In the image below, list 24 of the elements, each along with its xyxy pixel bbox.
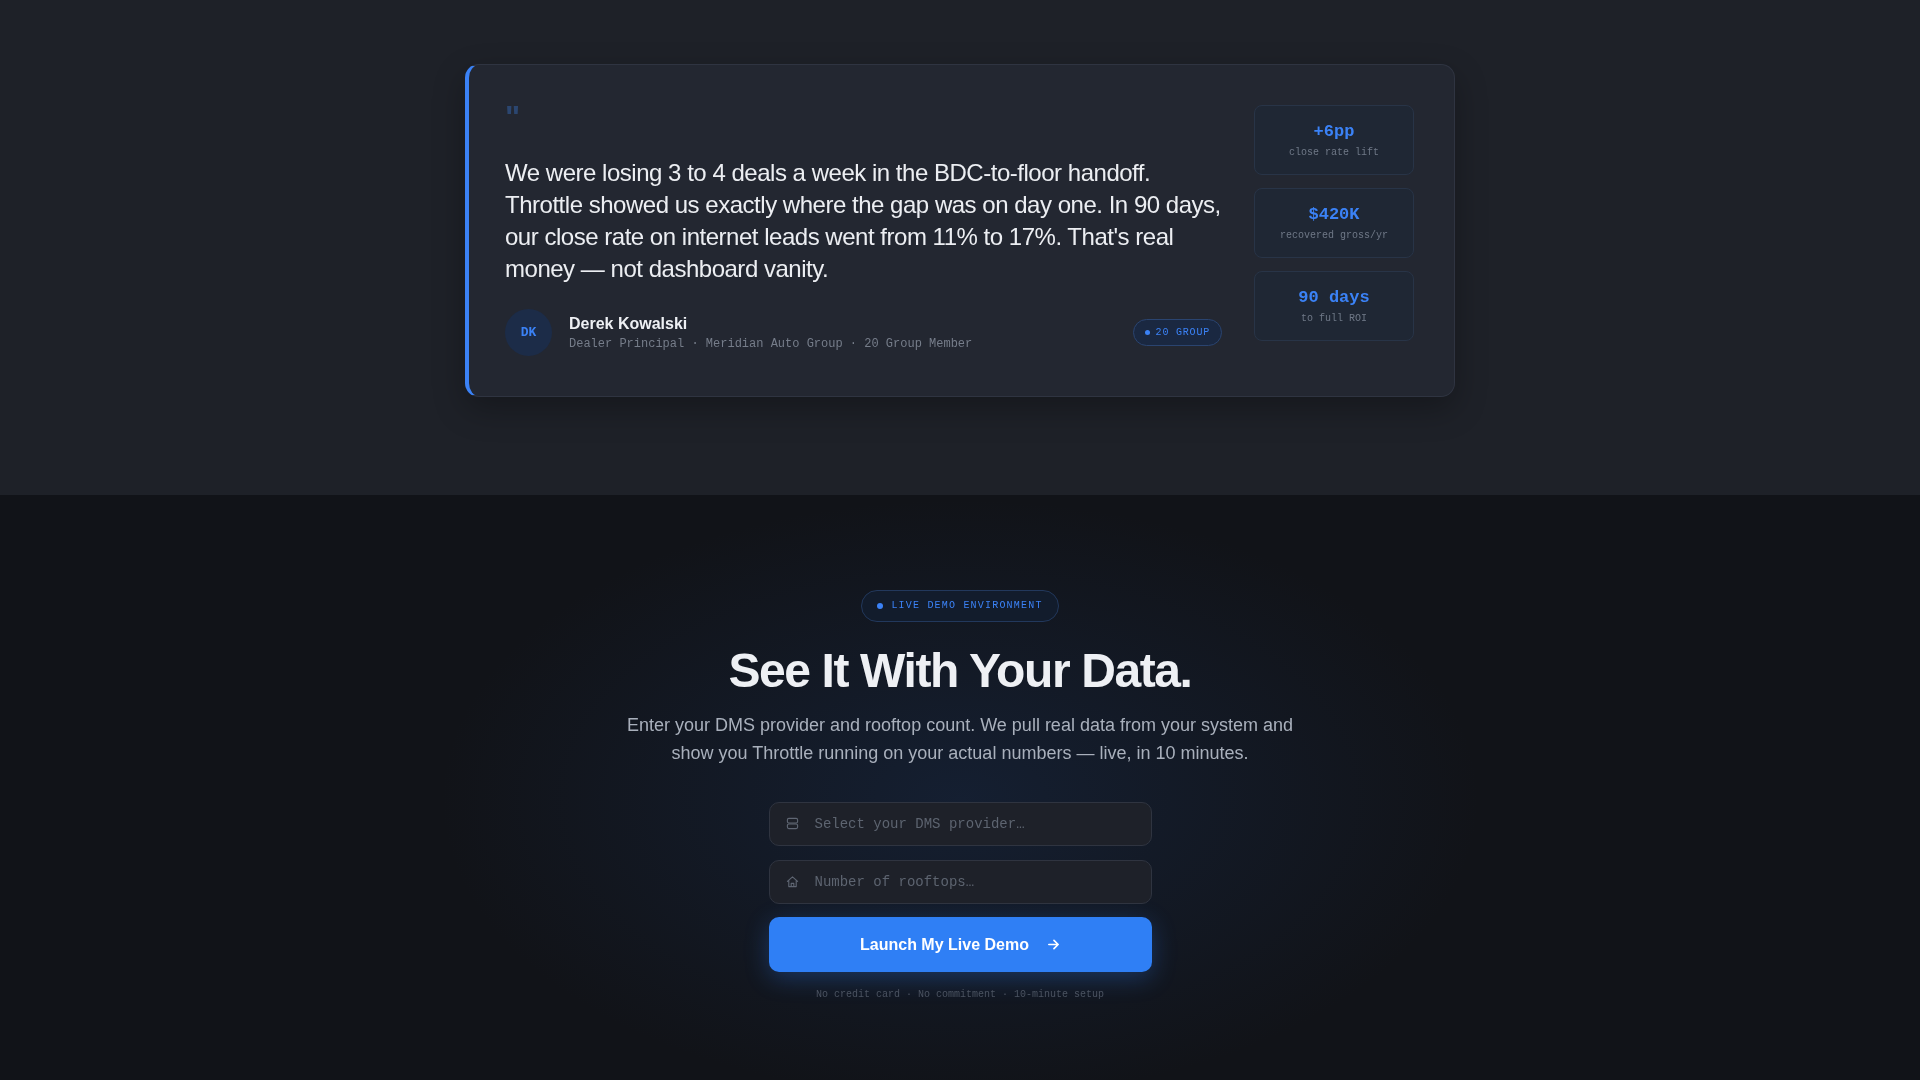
stat-label: recovered gross/yr bbox=[1280, 228, 1388, 242]
arrow-icon bbox=[1046, 938, 1060, 951]
section-heading: See It With Your Data. bbox=[728, 643, 1192, 699]
dot-icon bbox=[877, 603, 884, 609]
avatar: DK bbox=[505, 309, 552, 356]
footnote-text: No credit card · No commitment · 10-minute setup bbox=[815, 988, 1104, 1002]
author-name: Derek Kowalski bbox=[569, 313, 689, 333]
stat-label: to full ROI bbox=[1301, 311, 1367, 325]
stat-value: $420K bbox=[1308, 204, 1360, 225]
rooftop-count-field[interactable]: Number of rooftops… bbox=[768, 860, 1152, 904]
server-icon bbox=[785, 817, 799, 830]
stat-value: 90 days bbox=[1298, 287, 1370, 308]
stat-value: +6pp bbox=[1313, 121, 1355, 142]
section-description: Enter your DMS provider and rooftop count. We pull real data from your system and show you Throttle running on your actual numbers — live, in 10 minutes. bbox=[626, 714, 1294, 765]
launch-demo-button[interactable]: Launch My Live Demo bbox=[768, 917, 1152, 972]
dot-icon bbox=[1144, 330, 1150, 335]
tag-text: LIVE DEMO ENVIRONMENT bbox=[891, 600, 1043, 612]
quote-mark: " bbox=[505, 101, 521, 133]
provider-select-field[interactable]: Select your DMS provider… bbox=[768, 802, 1152, 846]
stat-label: close rate lift bbox=[1289, 145, 1379, 159]
tag-text: 20 GROUP bbox=[1155, 326, 1210, 339]
house-icon bbox=[785, 875, 799, 888]
quote-text: We were losing 3 to 4 deals a week in the BDC-to-floor handoff. Throttle showed us exactly where the gap was on day one. In 90 days, our close rate on internet leads went from 11% to 17%. That's real money — not dashboard vanity. bbox=[505, 158, 1222, 284]
author-role: Dealer Principal · Meridian Auto Group · 20 Group Member bbox=[569, 335, 973, 352]
